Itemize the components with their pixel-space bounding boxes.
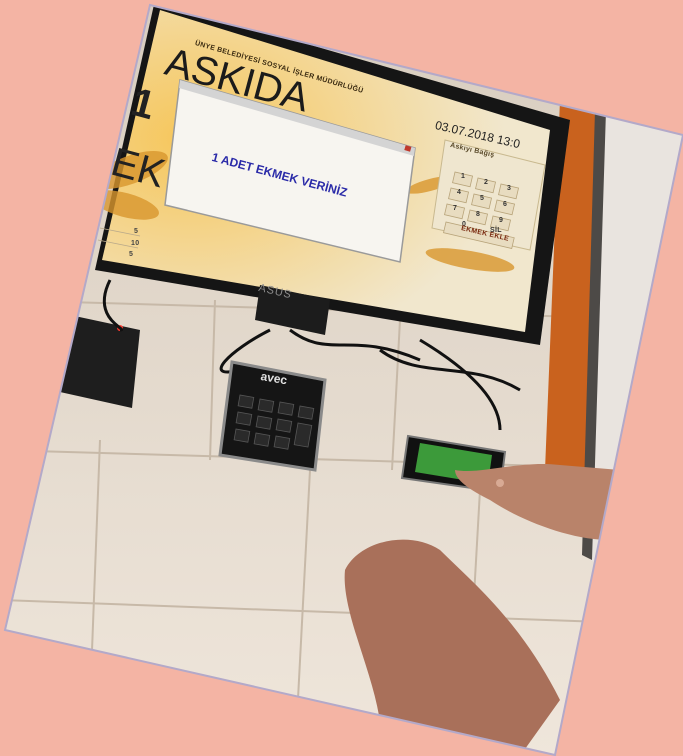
keypad-key-5[interactable]: 5	[480, 195, 484, 202]
keypad-key-2[interactable]: 2	[484, 179, 488, 186]
keypad-key-6[interactable]: 6	[503, 201, 507, 208]
left-row-2: 10	[131, 240, 140, 247]
keypad-key-9[interactable]: 9	[499, 217, 503, 224]
photo: ÜNYE BELEDİYESİ SOSYAL İŞLER MÜDÜRLÜĞÜ A…	[0, 0, 683, 756]
keypad-key-8[interactable]: 8	[476, 211, 480, 218]
left-row-3: 5	[129, 251, 134, 258]
keypad-key-3[interactable]: 3	[507, 185, 511, 192]
keypad-key-1[interactable]: 1	[461, 173, 465, 180]
left-row-1: 5	[134, 228, 139, 235]
scene	[3, 3, 683, 756]
card-reader	[60, 315, 140, 408]
white-door	[590, 105, 683, 600]
keypad-key-4[interactable]: 4	[457, 189, 461, 196]
keypad-key-7[interactable]: 7	[453, 205, 457, 212]
